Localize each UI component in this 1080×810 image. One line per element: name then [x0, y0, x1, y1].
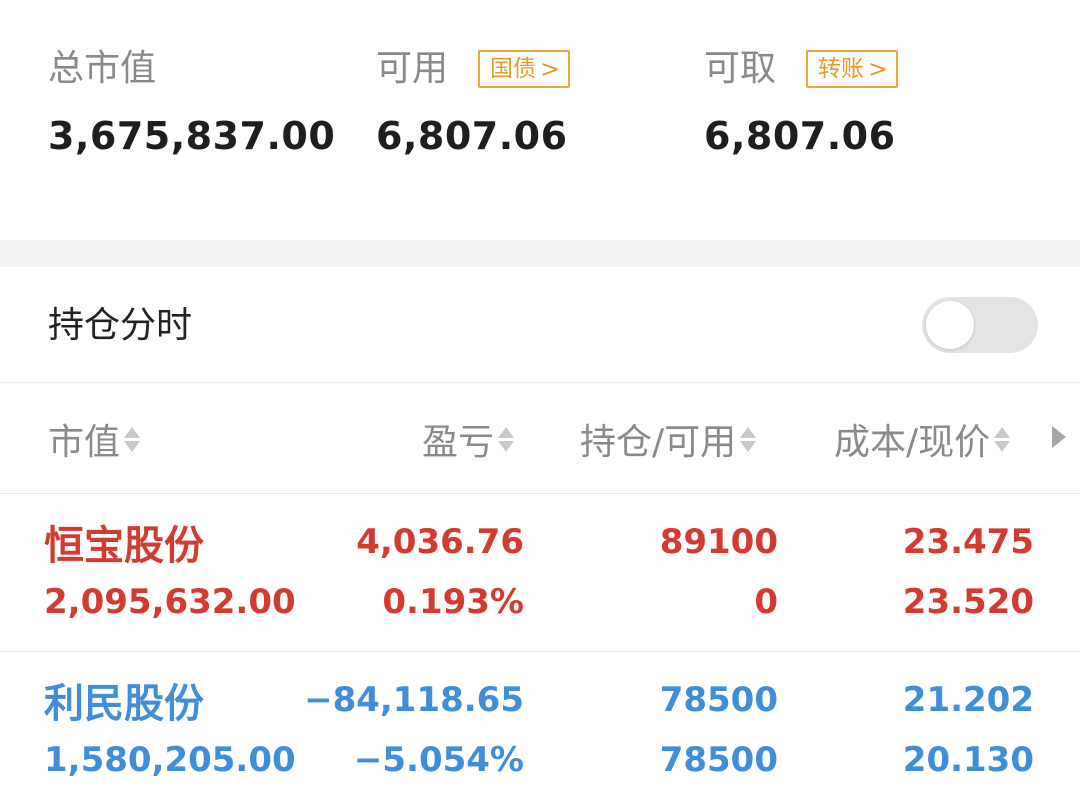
- header-market-value-label: 市值: [48, 422, 121, 463]
- sort-icon: [124, 426, 141, 452]
- stock-position: 78500: [659, 680, 778, 720]
- available-funds-label: 可用: [376, 48, 449, 89]
- withdrawable-funds-block: 可取 转账 > 6,807.06: [704, 46, 899, 158]
- total-market-value-block: 总市值 3,675,837.00: [48, 46, 335, 158]
- header-cost-price-label: 成本/现价: [834, 422, 991, 463]
- stock-pnl: 4,036.76: [356, 522, 524, 562]
- stock-cost: 21.202: [902, 680, 1034, 720]
- withdrawable-funds-value: 6,807.06: [704, 114, 896, 158]
- stock-pnl: −84,118.65: [304, 680, 524, 720]
- sort-icon: [740, 426, 757, 452]
- position-timeshare-row: 持仓分时: [0, 267, 1080, 383]
- total-market-value: 3,675,837.00: [48, 114, 336, 158]
- stock-cost: 23.475: [902, 522, 1034, 562]
- total-market-value-label: 总市值: [48, 48, 157, 89]
- treasury-bond-label: 国债: [490, 56, 537, 82]
- position-timeshare-label: 持仓分时: [48, 305, 193, 346]
- holdings-table-header: 市值 盈亏 持仓/可用 成本/现价: [0, 384, 1080, 494]
- section-divider: [0, 240, 1080, 267]
- treasury-bond-button[interactable]: 国债 >: [478, 50, 571, 88]
- stock-pnl-percent: −5.054%: [353, 740, 524, 780]
- header-pnl[interactable]: 盈亏: [422, 416, 515, 463]
- sort-icon: [498, 426, 515, 452]
- stock-pnl-percent: 0.193%: [382, 582, 524, 622]
- transfer-button[interactable]: 转账 >: [806, 50, 899, 88]
- available-funds-value: 6,807.06: [376, 114, 568, 158]
- header-cost-price[interactable]: 成本/现价: [834, 416, 1011, 463]
- stock-available: 0: [754, 582, 778, 622]
- stock-available: 78500: [659, 740, 778, 780]
- chevron-right-icon: >: [540, 55, 561, 83]
- available-funds-block: 可用 国债 > 6,807.06: [376, 46, 571, 158]
- withdrawable-funds-label: 可取: [704, 48, 777, 89]
- holding-row[interactable]: 利民股份 1,580,205.00 −84,118.65 −5.054% 785…: [0, 652, 1080, 810]
- stock-position: 89100: [659, 522, 778, 562]
- position-timeshare-toggle[interactable]: [922, 297, 1038, 353]
- holding-row[interactable]: 恒宝股份 2,095,632.00 4,036.76 0.193% 89100 …: [0, 494, 1080, 652]
- stock-price: 20.130: [902, 740, 1034, 780]
- header-market-value[interactable]: 市值: [48, 416, 141, 463]
- stock-price: 23.520: [902, 582, 1034, 622]
- header-position-available[interactable]: 持仓/可用: [580, 416, 757, 463]
- toggle-knob: [926, 301, 974, 349]
- header-pnl-label: 盈亏: [422, 422, 495, 463]
- header-position-available-label: 持仓/可用: [580, 422, 737, 463]
- transfer-label: 转账: [818, 56, 865, 82]
- sort-icon: [994, 426, 1011, 452]
- stock-market-value: 1,580,205.00: [44, 740, 296, 780]
- account-summary: 总市值 3,675,837.00 可用 国债 > 6,807.06 可取 转账 …: [0, 0, 1080, 240]
- stock-market-value: 2,095,632.00: [44, 582, 296, 622]
- chevron-right-icon: >: [868, 55, 889, 83]
- chevron-right-icon[interactable]: [1052, 426, 1066, 448]
- stock-name: 利民股份: [44, 681, 204, 727]
- stock-name: 恒宝股份: [44, 523, 204, 569]
